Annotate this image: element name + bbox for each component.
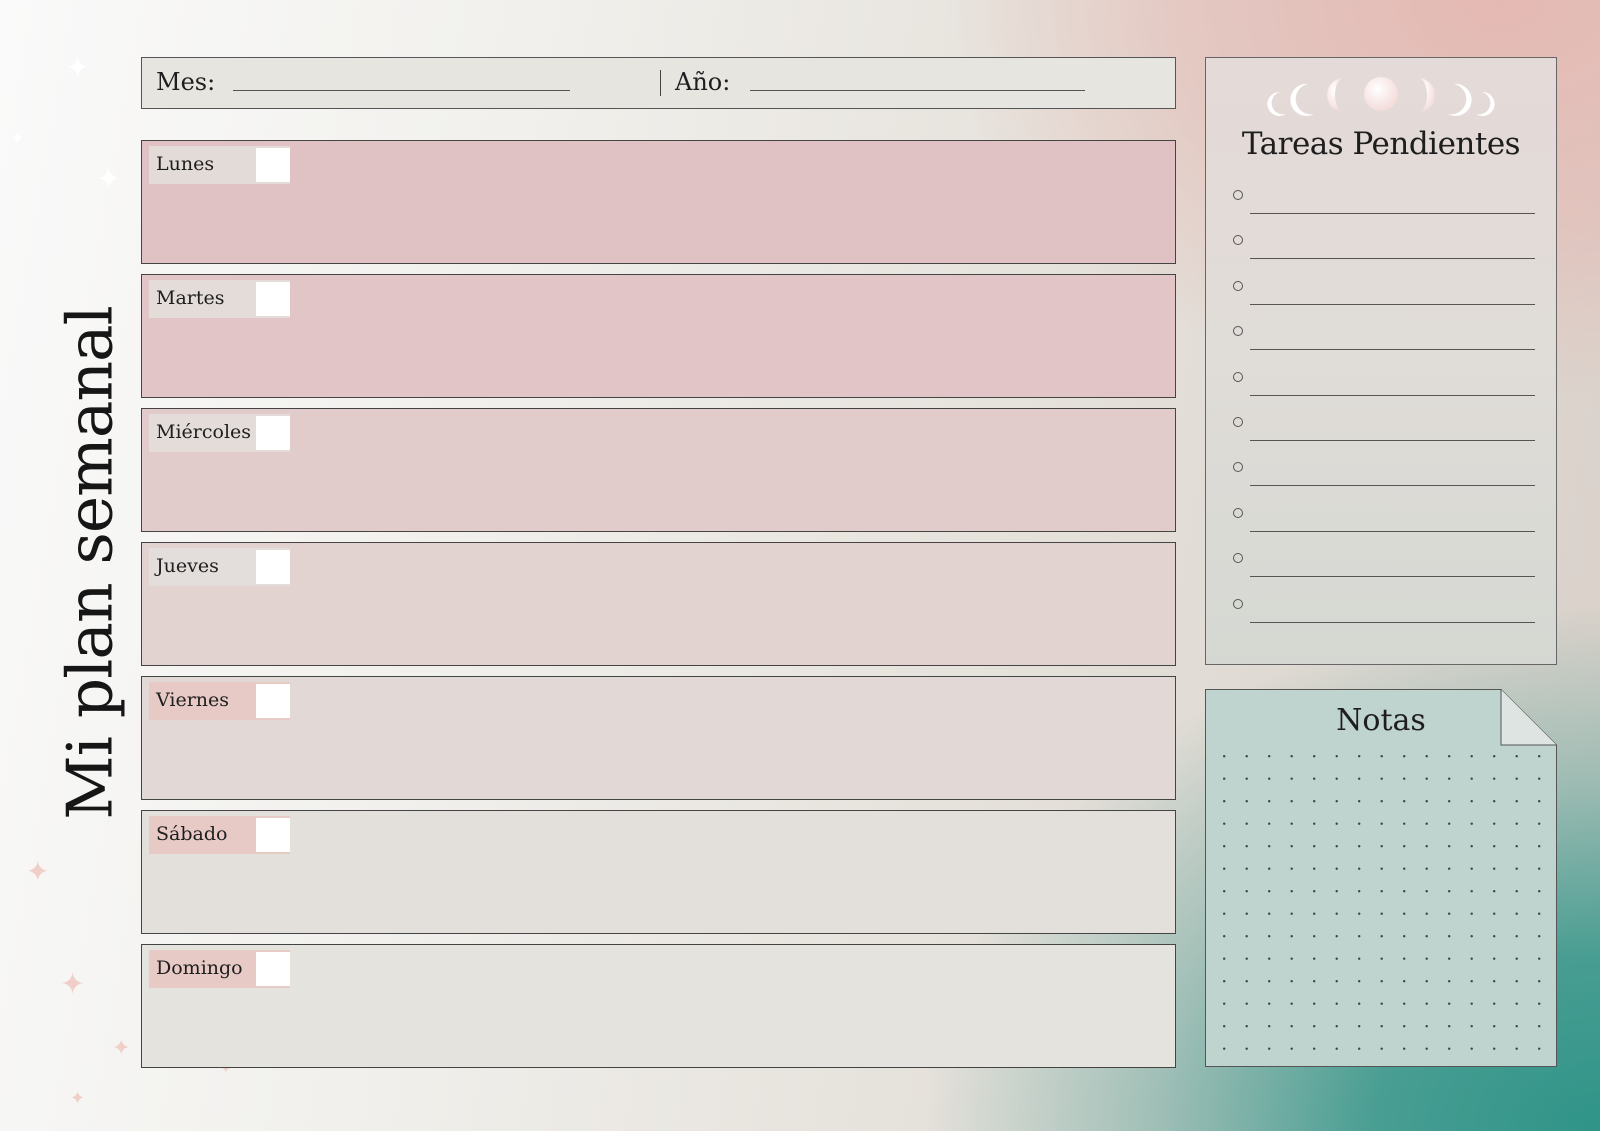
- notes-frame: [1205, 689, 1557, 1067]
- task-item[interactable]: [1230, 458, 1535, 488]
- tasks-panel: Tareas Pendientes: [1205, 57, 1557, 665]
- day-tab: Lunes: [149, 146, 290, 184]
- task-item[interactable]: [1230, 368, 1535, 398]
- day-tab: Domingo: [149, 950, 290, 988]
- day-checkbox[interactable]: [256, 684, 290, 718]
- day-checkbox[interactable]: [256, 818, 290, 852]
- sparkle-icon: ✦: [66, 51, 90, 84]
- day-checkbox[interactable]: [256, 416, 290, 450]
- day-row[interactable]: Martes: [141, 274, 1176, 398]
- task-bullet-icon[interactable]: [1233, 507, 1243, 518]
- day-row[interactable]: Sábado: [141, 810, 1176, 934]
- month-year-header: Mes: Año:: [141, 57, 1176, 109]
- task-item[interactable]: [1230, 504, 1535, 534]
- task-bullet-icon[interactable]: [1233, 417, 1243, 427]
- task-item[interactable]: [1230, 413, 1535, 443]
- task-item[interactable]: [1230, 595, 1535, 625]
- day-tab: Viernes: [149, 682, 290, 720]
- day-label: Viernes: [156, 689, 230, 711]
- task-line[interactable]: [1250, 349, 1535, 351]
- task-bullet-icon[interactable]: [1233, 371, 1243, 382]
- tasks-title: Tareas Pendientes: [1241, 126, 1521, 162]
- sparkle-icon: ✦: [112, 1036, 131, 1061]
- sparkle-icon: ✦: [26, 855, 50, 888]
- task-item[interactable]: [1230, 186, 1535, 216]
- task-bullet-icon[interactable]: [1233, 326, 1243, 337]
- moon-phases-icon: [1206, 74, 1556, 120]
- day-tab: Jueves: [149, 548, 290, 586]
- task-line[interactable]: [1250, 258, 1535, 260]
- task-line[interactable]: [1250, 440, 1535, 441]
- day-tab: Martes: [149, 280, 290, 318]
- day-checkbox[interactable]: [256, 282, 290, 316]
- task-line[interactable]: [1250, 621, 1535, 623]
- task-bullet-icon[interactable]: [1233, 280, 1243, 291]
- day-label: Miércoles: [156, 421, 252, 443]
- sparkle-icon: ✦: [70, 1088, 86, 1109]
- year-field[interactable]: [750, 90, 1085, 91]
- day-label: Martes: [156, 287, 225, 309]
- day-checkbox[interactable]: [256, 550, 290, 584]
- day-row[interactable]: Domingo: [141, 944, 1176, 1068]
- day-row[interactable]: Viernes: [141, 676, 1176, 800]
- task-item[interactable]: [1230, 277, 1535, 307]
- task-line[interactable]: [1250, 303, 1535, 305]
- task-bullet-icon[interactable]: [1233, 235, 1243, 246]
- day-label: Domingo: [156, 957, 243, 979]
- day-tab: Sábado: [149, 816, 290, 854]
- day-tab: Miércoles: [149, 414, 290, 452]
- sparkle-icon: ✦: [96, 162, 122, 197]
- task-line[interactable]: [1250, 530, 1535, 532]
- task-line[interactable]: [1250, 576, 1535, 578]
- page-title-text: Mi plan semanal: [53, 306, 127, 820]
- task-line[interactable]: [1250, 394, 1535, 396]
- task-bullet-icon[interactable]: [1233, 190, 1243, 200]
- sparkle-icon: ✦: [60, 967, 86, 1002]
- day-label: Lunes: [156, 153, 215, 175]
- month-field[interactable]: [233, 90, 570, 91]
- task-line[interactable]: [1250, 485, 1535, 487]
- day-row[interactable]: Lunes: [141, 140, 1176, 264]
- day-checkbox[interactable]: [256, 148, 290, 182]
- day-checkbox[interactable]: [256, 952, 290, 986]
- task-bullet-icon[interactable]: [1233, 553, 1243, 564]
- month-label: Mes:: [156, 68, 216, 96]
- sparkle-icon: ✦: [10, 128, 26, 149]
- task-line[interactable]: [1250, 213, 1535, 214]
- task-item[interactable]: [1230, 549, 1535, 579]
- page-title: Mi plan semanal: [30, 306, 150, 820]
- day-row[interactable]: Jueves: [141, 542, 1176, 666]
- notes-title: Notas: [1336, 703, 1426, 738]
- task-bullet-icon[interactable]: [1233, 598, 1243, 609]
- task-item[interactable]: [1230, 231, 1535, 261]
- day-label: Jueves: [156, 555, 219, 577]
- day-row[interactable]: Miércoles: [141, 408, 1176, 532]
- notes-panel: Notas: [1205, 689, 1557, 1067]
- day-label: Sábado: [156, 823, 228, 845]
- task-item[interactable]: [1230, 322, 1535, 352]
- task-bullet-icon[interactable]: [1233, 462, 1243, 473]
- header-divider: [660, 70, 661, 96]
- year-label: Año:: [675, 68, 731, 96]
